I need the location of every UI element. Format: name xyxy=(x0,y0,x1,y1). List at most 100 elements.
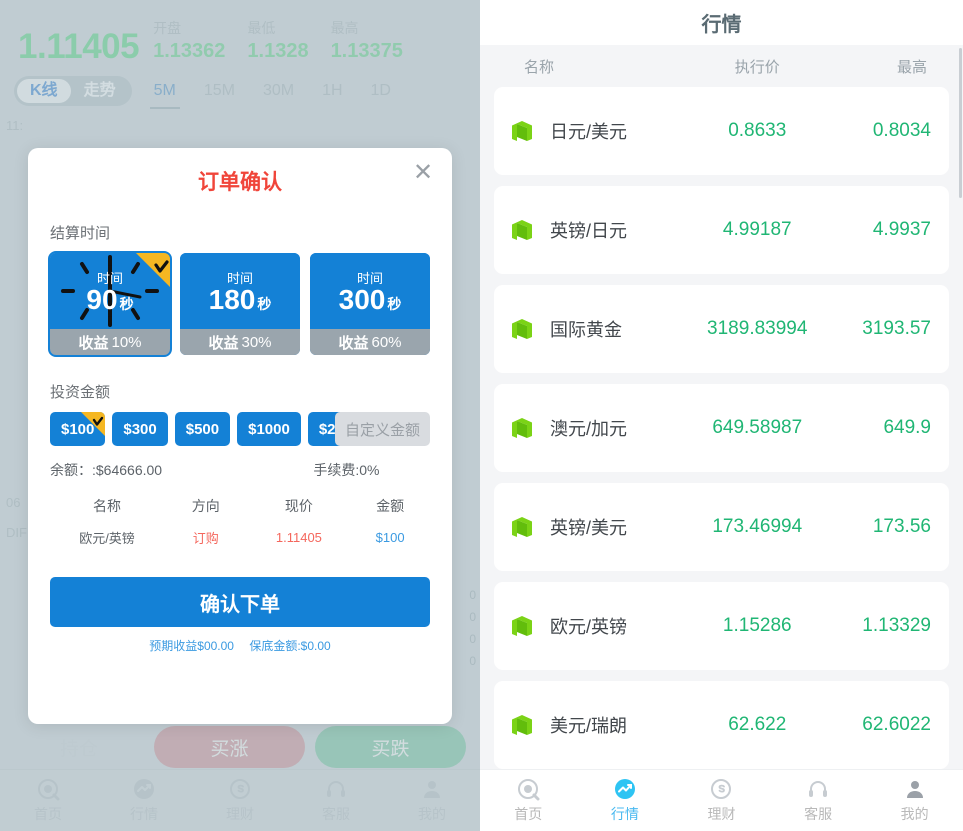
amount-option-100[interactable]: $100 xyxy=(50,412,106,446)
cell-name: 欧元/英镑 xyxy=(79,531,135,546)
nav-label: 理财 xyxy=(707,806,736,822)
timeframe-15m[interactable]: 15M xyxy=(190,76,249,106)
cell-amount: $100 xyxy=(375,530,405,545)
timeframe-5m[interactable]: 5M xyxy=(140,76,190,109)
timeframe-30m[interactable]: 30M xyxy=(249,76,308,106)
nav-item-market[interactable]: 行情 xyxy=(577,777,674,824)
current-price: 1.11405 xyxy=(18,27,140,66)
quote-stats: 开盘 1.13362 最低 1.1328 最高 1.13375 xyxy=(153,18,403,64)
market-name-cell: 英镑/日元 xyxy=(498,216,690,244)
strike-price: 4.99187 xyxy=(722,219,792,240)
table-row[interactable]: 英镑/日元 4.99187 4.9937 xyxy=(494,186,949,274)
table-row[interactable]: 国际黄金 3189.83994 3193.57 xyxy=(494,285,949,373)
user-profile-icon xyxy=(420,777,444,801)
stat-value: 1.13375 xyxy=(330,40,403,62)
buy-up-button[interactable]: 买涨 xyxy=(154,726,305,768)
nav-item-home[interactable]: 首页 xyxy=(480,777,577,824)
time-option-90[interactable]: 时间 90 秒 收益 10% xyxy=(48,251,172,357)
chart-type-segmented-control[interactable]: K线 走势 xyxy=(14,76,132,106)
neo-coin-icon xyxy=(508,414,536,442)
list-scrollbar[interactable] xyxy=(959,48,962,198)
left-bottom-nav: 首页 行情 理财 客服 我的 xyxy=(0,769,480,831)
amount-option-500[interactable]: $500 xyxy=(174,412,231,446)
market-name: 英镑/日元 xyxy=(550,221,628,241)
neo-coin-icon xyxy=(508,711,536,739)
nav-item-profile[interactable]: 我的 xyxy=(384,777,480,824)
chart-right-label-0: 0 xyxy=(469,588,476,602)
profit-label: 收益 xyxy=(78,334,109,352)
time-unit: 秒 xyxy=(387,295,402,312)
cell-price: 1.11405 xyxy=(275,530,322,545)
right-market-panel: 行情 名称 执行价 最高 日元/美元 0.8633 0.8034 英镑/日元 4… xyxy=(480,0,963,831)
time-option-300[interactable]: 时间 300 秒 收益 60% xyxy=(310,253,430,355)
timeframe-1h[interactable]: 1H xyxy=(308,76,356,106)
home-icon xyxy=(516,777,540,801)
time-option-180[interactable]: 时间 180 秒 收益 30% xyxy=(180,253,300,355)
amount-option-300[interactable]: $300 xyxy=(112,412,168,446)
market-list[interactable]: 日元/美元 0.8633 0.8034 英镑/日元 4.99187 4.9937 xyxy=(480,87,963,769)
table-row: 欧元/英镑 订购 1.11405 $100 xyxy=(50,528,430,549)
chart-right-label-2: 0 xyxy=(469,632,476,646)
nav-item-support[interactable]: 客服 xyxy=(770,777,867,824)
market-name: 国际黄金 xyxy=(550,320,622,340)
nav-item-home[interactable]: 首页 xyxy=(0,777,96,824)
quote-header: 1.11405 开盘 1.13362 最低 1.1328 最高 1.13375 xyxy=(0,0,480,70)
close-icon[interactable]: ✕ xyxy=(410,160,436,186)
column-header-price: 现价 xyxy=(284,498,313,514)
market-column-headers: 名称 执行价 最高 xyxy=(480,45,963,87)
profit-value: 60% xyxy=(371,333,402,351)
amount-options: $100 $300 $500 $1000 $2000 xyxy=(50,412,430,446)
amount-label: $500 xyxy=(185,420,220,438)
confirm-order-button[interactable]: 确认下单 xyxy=(50,577,430,627)
time-option-top: 时间 90 秒 xyxy=(50,253,170,329)
stat-label: 最高 xyxy=(330,20,359,36)
tab-trend[interactable]: 走势 xyxy=(71,79,129,103)
fee-text: 手续费:0% xyxy=(313,462,380,478)
table-row[interactable]: 澳元/加元 649.58987 649.9 xyxy=(494,384,949,472)
neo-coin-icon xyxy=(508,513,536,541)
time-unit: 秒 xyxy=(119,295,134,312)
market-name-cell: 欧元/英镑 xyxy=(498,612,690,640)
high-price: 62.6022 xyxy=(862,714,931,735)
custom-amount-input[interactable]: 自定义金额 xyxy=(334,412,430,446)
time-option-profit: 收益 60% xyxy=(310,329,430,355)
market-name: 英镑/美元 xyxy=(550,518,628,538)
profit-value: 10% xyxy=(111,333,142,351)
positions-button[interactable]: 持仓 xyxy=(14,734,144,761)
nav-item-support[interactable]: 客服 xyxy=(288,777,384,824)
profit-value: 30% xyxy=(241,333,272,351)
market-name-cell: 美元/瑞朗 xyxy=(498,711,690,739)
nav-item-profile[interactable]: 我的 xyxy=(866,777,963,824)
cell-direction: 订购 xyxy=(192,531,219,546)
investment-amount-label: 投资金额 xyxy=(50,384,111,401)
tab-kline[interactable]: K线 xyxy=(17,79,71,103)
time-value: 180 秒 xyxy=(209,285,272,314)
trade-action-bar: 持仓 买涨 买跌 xyxy=(0,725,480,769)
table-row[interactable]: 美元/瑞朗 62.622 62.6022 xyxy=(494,681,949,769)
nav-item-market[interactable]: 行情 xyxy=(96,777,192,824)
high-price: 173.56 xyxy=(872,516,931,537)
order-summary-table: 名称 方向 现价 金额 欧元/英镑 订购 1.11405 $100 xyxy=(50,494,430,549)
timeframe-1d[interactable]: 1D xyxy=(357,76,405,106)
right-bottom-nav: 首页 行情 理财 客服 我的 xyxy=(480,769,963,831)
finance-icon xyxy=(709,777,733,801)
stat-label: 最低 xyxy=(247,20,276,36)
left-trading-panel: 1.11405 开盘 1.13362 最低 1.1328 最高 1.13375 … xyxy=(0,0,480,831)
amount-option-1000[interactable]: $1000 xyxy=(237,412,301,446)
chart-right-label-3: 0 xyxy=(469,654,476,668)
buy-down-button[interactable]: 买跌 xyxy=(315,726,466,768)
headset-support-icon xyxy=(806,777,830,801)
table-row[interactable]: 英镑/美元 173.46994 173.56 xyxy=(494,483,949,571)
table-row[interactable]: 欧元/英镑 1.15286 1.13329 xyxy=(494,582,949,670)
market-trend-icon xyxy=(613,777,637,801)
nav-label: 客服 xyxy=(322,806,350,822)
time-option-top: 时间 300 秒 xyxy=(310,253,430,329)
amount-label: $1000 xyxy=(248,420,290,438)
table-row[interactable]: 日元/美元 0.8633 0.8034 xyxy=(494,87,949,175)
strike-price: 173.46994 xyxy=(712,516,803,537)
nav-item-finance[interactable]: 理财 xyxy=(673,777,770,824)
nav-label: 行情 xyxy=(610,806,639,822)
nav-item-finance[interactable]: 理财 xyxy=(192,777,288,824)
quote-stat-high: 最高 1.13375 xyxy=(331,18,403,63)
time-option-profit: 收益 30% xyxy=(180,329,300,355)
